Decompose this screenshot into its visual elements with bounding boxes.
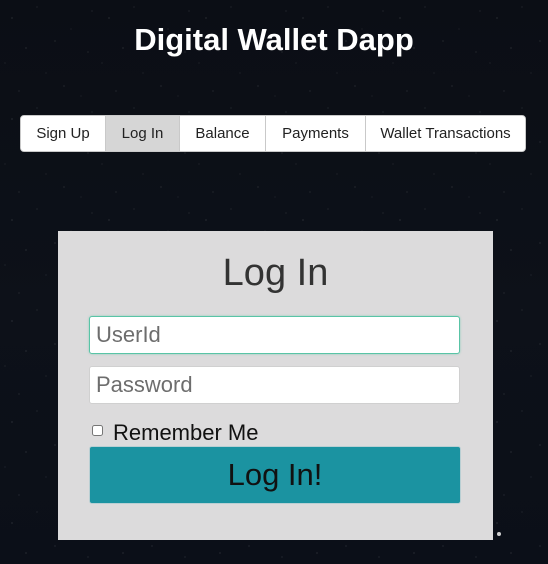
nav-tabs: Sign Up Log In Balance Payments Wallet T…: [20, 115, 526, 152]
userid-input[interactable]: [89, 316, 460, 354]
tab-payments[interactable]: Payments: [266, 116, 366, 151]
tab-log-in[interactable]: Log In: [106, 116, 180, 151]
remember-me-checkbox[interactable]: [92, 424, 103, 436]
login-submit-button[interactable]: Log In!: [89, 446, 461, 504]
tab-sign-up[interactable]: Sign Up: [21, 116, 106, 151]
login-panel: Log In Remember Me Log In!: [58, 231, 493, 540]
login-heading: Log In: [222, 252, 329, 294]
decorative-dot: [497, 532, 501, 536]
tab-wallet-transactions[interactable]: Wallet Transactions: [366, 116, 525, 151]
tab-balance[interactable]: Balance: [180, 116, 266, 151]
remember-me-label: Remember Me: [113, 420, 259, 445]
app-title: Digital Wallet Dapp: [134, 22, 414, 57]
remember-me-row: Remember Me: [92, 420, 258, 446]
password-input[interactable]: [89, 366, 460, 404]
